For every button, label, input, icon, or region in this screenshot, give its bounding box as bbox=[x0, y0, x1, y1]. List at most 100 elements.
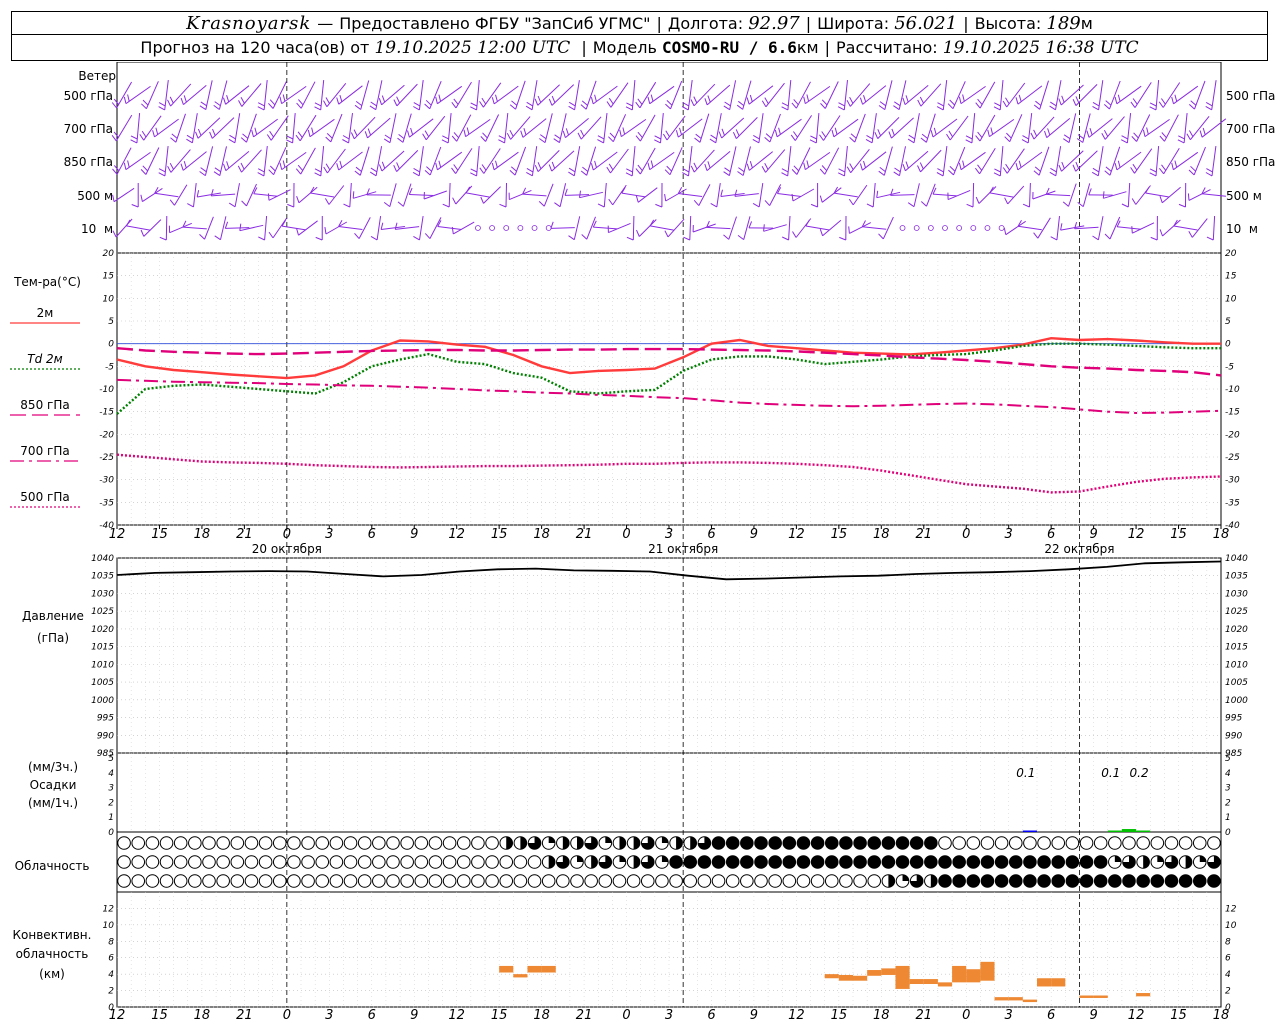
cloud-circle-0-69 bbox=[1093, 836, 1108, 850]
wind-feather-1-41 bbox=[694, 137, 701, 143]
pres-ytick-right-0: 1040 bbox=[1225, 554, 1248, 564]
wind-feather2-0-4 bbox=[169, 96, 174, 104]
cloud-circle-2-21 bbox=[414, 874, 429, 888]
wind-feather-3-57 bbox=[920, 201, 927, 207]
wind-feather-0-37 bbox=[635, 101, 641, 109]
cloud-circle-2-62 bbox=[994, 874, 1009, 888]
wind-barb-1-20 bbox=[402, 113, 412, 143]
cloud-circle-1-52 bbox=[853, 855, 867, 869]
wind-feather-1-20 bbox=[397, 137, 404, 143]
wind-feather-1-4 bbox=[170, 137, 177, 143]
cloud-circle-2-45 bbox=[754, 874, 768, 888]
wind-feather-4-10 bbox=[258, 236, 265, 241]
cloud-circle-2-2 bbox=[145, 874, 160, 888]
cloud-circle-1-64 bbox=[1023, 855, 1037, 869]
cloud-sector-1-75 bbox=[1185, 855, 1192, 869]
precip-bar-0 bbox=[1022, 830, 1037, 832]
precip-annotation-2: 0.2 bbox=[1130, 766, 1149, 780]
cloud-circle-1-68 bbox=[1079, 855, 1094, 869]
wind-feather2-0-15 bbox=[325, 97, 330, 104]
cloud-circle-2-51 bbox=[839, 874, 853, 888]
wind-barb-1-49 bbox=[815, 113, 820, 143]
cloud-sector-0-34 bbox=[605, 836, 612, 843]
wind-feather2-0-37 bbox=[637, 98, 643, 105]
cloud-circle-0-45 bbox=[754, 836, 768, 850]
wind-feather2-0-8 bbox=[226, 95, 230, 103]
cloud-circle-0-50 bbox=[824, 836, 839, 850]
wind-barb-3-11 bbox=[268, 189, 291, 201]
cloud-sector-0-36 bbox=[633, 836, 640, 850]
cloud-circle-2-71 bbox=[1122, 874, 1136, 888]
wind-barb-3-4 bbox=[174, 184, 188, 206]
time-label-bottom-9: 15 bbox=[491, 1008, 508, 1023]
wind-feather2-1-1 bbox=[130, 135, 138, 140]
wind-barb-2-14 bbox=[320, 146, 325, 176]
wind-feather2-0-20 bbox=[396, 96, 401, 104]
wind-feather2-1-54 bbox=[877, 129, 882, 136]
wind-feather-0-76 bbox=[1188, 104, 1195, 110]
wind-feather-0-12 bbox=[279, 96, 283, 104]
wind-feather2-1-21 bbox=[410, 127, 414, 135]
cloud-circle-0-6 bbox=[202, 836, 216, 850]
temp-ytick-left-7: -15 bbox=[99, 408, 114, 418]
wind-feather-1-35 bbox=[608, 136, 614, 143]
wind-barb-2-38 bbox=[649, 151, 675, 171]
wind-feather-4-49 bbox=[805, 219, 810, 227]
cloud-circle-1-0 bbox=[117, 855, 131, 869]
time-label-mid-12: 0 bbox=[622, 527, 630, 542]
wind-feather-1-8 bbox=[228, 138, 236, 144]
wind-feather2-0-0 bbox=[113, 98, 119, 105]
wind-feather-2-68 bbox=[1072, 164, 1077, 172]
time-label-bottom-24: 12 bbox=[1128, 1008, 1145, 1023]
wind-feather-3-9 bbox=[241, 200, 247, 207]
wind-feather-1-65 bbox=[1030, 132, 1035, 140]
wind-feather2-1-26 bbox=[482, 132, 488, 139]
wind-feather2-1-75 bbox=[1178, 135, 1185, 140]
wind-feather2-0-71 bbox=[1117, 94, 1121, 102]
wind-feather2-1-45 bbox=[753, 134, 760, 140]
cloud-circle-2-25 bbox=[471, 874, 485, 888]
wind-feather-0-54 bbox=[878, 105, 886, 111]
wind-feather-0-36 bbox=[625, 106, 633, 111]
wind-barb-2-36 bbox=[631, 146, 636, 176]
date-label-2: 22 октября bbox=[1044, 542, 1114, 556]
wind-feather2-2-66 bbox=[1050, 167, 1057, 173]
cloud-circle-1-55 bbox=[895, 855, 910, 869]
wind-feather2-2-63 bbox=[1005, 163, 1010, 171]
cloud-circle-2-7 bbox=[216, 874, 230, 888]
wind-feather2-2-5 bbox=[183, 161, 187, 169]
wind-feather-0-20 bbox=[393, 99, 398, 107]
wind-barb-1-5 bbox=[191, 113, 198, 143]
wind-feather2-1-2 bbox=[141, 130, 147, 138]
wind-feather2-2-27 bbox=[495, 160, 498, 168]
wind-feather-3-33 bbox=[579, 190, 581, 198]
wind-feather-0-33 bbox=[580, 104, 587, 110]
wind-feather-2-65 bbox=[1033, 170, 1040, 176]
cloud-circle-0-67 bbox=[1065, 836, 1080, 850]
cloud-circle-0-68 bbox=[1079, 836, 1094, 850]
wind-barb-3-51 bbox=[834, 192, 858, 198]
wind-feather2-1-15 bbox=[326, 133, 333, 139]
cloud-circle-0-47 bbox=[782, 836, 797, 850]
wind-barb-3-34 bbox=[603, 182, 607, 208]
wind-feather-4-67 bbox=[1060, 223, 1063, 231]
wind-feather-3-60 bbox=[966, 203, 974, 208]
cloud-circle-1-49 bbox=[810, 855, 825, 869]
wind-feather2-0-56 bbox=[905, 95, 909, 103]
cloud-circle-0-64 bbox=[1023, 836, 1037, 850]
cloud-sector-2-54 bbox=[888, 874, 895, 888]
temp-ytick-right-12: -40 bbox=[1225, 521, 1240, 531]
time-label-mid-3: 21 bbox=[236, 527, 253, 542]
wind-barb-4-21 bbox=[419, 216, 424, 240]
time-label-bottom-5: 3 bbox=[325, 1008, 333, 1023]
conv-bar-0 bbox=[499, 965, 514, 973]
cloud-circle-2-67 bbox=[1065, 874, 1080, 888]
cloud-circle-1-27 bbox=[499, 855, 514, 869]
wind-feather-1-5 bbox=[186, 138, 193, 144]
precip-ytick-right-3: 2 bbox=[1225, 798, 1231, 808]
wind-feather2-1-24 bbox=[453, 132, 459, 139]
wind-feather2-0-77 bbox=[1205, 101, 1213, 107]
wind-feather-0-55 bbox=[893, 105, 900, 111]
cloud-circle-2-28 bbox=[513, 874, 528, 888]
cloud-circle-1-8 bbox=[230, 855, 245, 869]
